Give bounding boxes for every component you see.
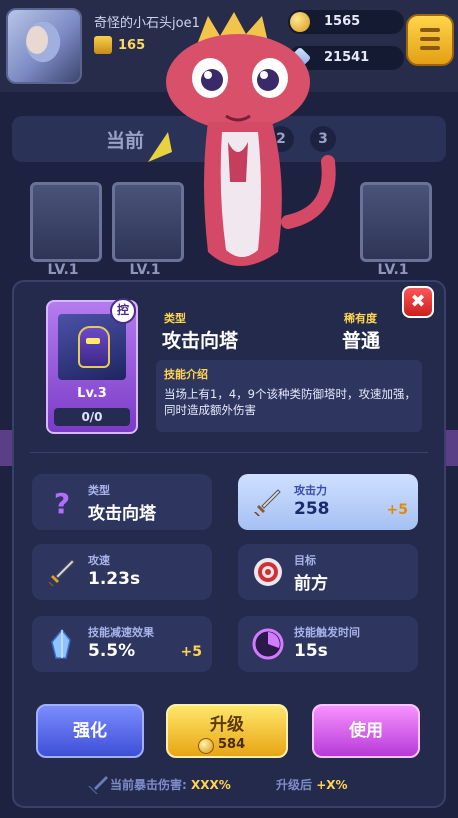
stat-target: 目标 前方: [238, 544, 418, 600]
upgrade-button[interactable]: 升级 584: [166, 704, 288, 758]
stat-value: 攻击向塔: [88, 504, 156, 524]
stat-slow-effect: 技能减速效果 5.5% +5: [32, 616, 212, 672]
stat-bonus: +5: [386, 502, 408, 518]
menu-button[interactable]: [406, 14, 454, 66]
stat-type: ? 类型 攻击向塔: [32, 474, 212, 530]
stat-value: 5.5%: [88, 641, 136, 661]
stat-attack: 攻击力 258 +5: [238, 474, 418, 530]
dragon-character: [148, 12, 336, 266]
stat-attack-speed: 攻速 1.23s: [32, 544, 212, 600]
control-badge: 控: [110, 298, 136, 324]
sword-icon: [48, 559, 75, 586]
card-level: Lv.3: [77, 386, 107, 401]
stat-label: 攻速: [88, 554, 110, 567]
question-icon: ?: [54, 487, 70, 518]
stat-label: 技能触发时间: [294, 626, 360, 639]
stat-value: 前方: [294, 574, 328, 594]
strengthen-button[interactable]: 强化: [36, 704, 144, 758]
crit-damage-after: 升级后 +X%: [276, 776, 348, 794]
helmet-visor: [86, 338, 100, 344]
after-value: +X%: [316, 778, 348, 792]
stat-label: 目标: [294, 554, 316, 567]
menu-bar-1: [420, 28, 440, 32]
skill-title: 技能介绍: [164, 368, 208, 381]
divider: [30, 452, 428, 453]
upgrade-label: 升级: [210, 715, 244, 735]
crystal-icon: [51, 628, 71, 659]
type-value: 攻击向塔: [162, 330, 239, 352]
stat-value: 258: [294, 499, 330, 519]
use-button[interactable]: 使用: [312, 704, 420, 758]
deck-card[interactable]: [30, 182, 102, 262]
card-progress: 0/0: [54, 408, 130, 426]
gold-coin-icon: [198, 738, 214, 754]
crit-damage-current: 当前暴击伤害: XXX%: [110, 776, 231, 794]
deck-card-level: LV.1: [47, 262, 79, 278]
type-label: 类型: [164, 312, 186, 325]
menu-bar-3: [420, 46, 440, 50]
tower-card: 控 Lv.3 0/0: [46, 298, 138, 434]
knight-helmet-icon: [78, 326, 110, 368]
rarity-label: 稀有度: [344, 312, 377, 325]
clock-icon: [252, 628, 284, 660]
stat-label: 类型: [88, 484, 110, 497]
crit-label: 当前暴击伤害:: [110, 778, 187, 792]
skill-description-box: 技能介绍 当场上有1，4，9个该种类防御塔时，攻速加强，同时造成额外伤害: [156, 360, 422, 432]
stat-label: 技能减速效果: [88, 626, 154, 639]
stat-bonus: +5: [180, 644, 202, 660]
sword-icon: [88, 776, 108, 794]
stat-trigger-time: 技能触发时间 15s: [238, 616, 418, 672]
deck-card-level: LV.1: [377, 262, 409, 278]
upgrade-cost: 584: [218, 737, 246, 752]
deck-card[interactable]: [360, 182, 432, 262]
rarity-value: 普通: [342, 330, 381, 352]
stat-value: 15s: [294, 641, 328, 661]
trophy-icon: [94, 36, 112, 54]
stat-label: 攻击力: [294, 484, 327, 497]
sword-icon: [254, 489, 281, 516]
skill-text: 当场上有1，4，9个该种类防御塔时，攻速加强，同时造成额外伤害: [164, 387, 416, 417]
close-button[interactable]: ✖: [402, 286, 434, 318]
crit-value: XXX%: [191, 778, 231, 792]
avatar[interactable]: [6, 8, 82, 84]
svg-text:?: ?: [54, 487, 70, 518]
menu-bar-2: [420, 37, 440, 41]
stat-value: 1.23s: [88, 569, 141, 589]
target-icon: [254, 558, 282, 586]
card-art: [58, 314, 126, 380]
after-label: 升级后: [276, 778, 313, 792]
avatar-face: [26, 22, 60, 62]
